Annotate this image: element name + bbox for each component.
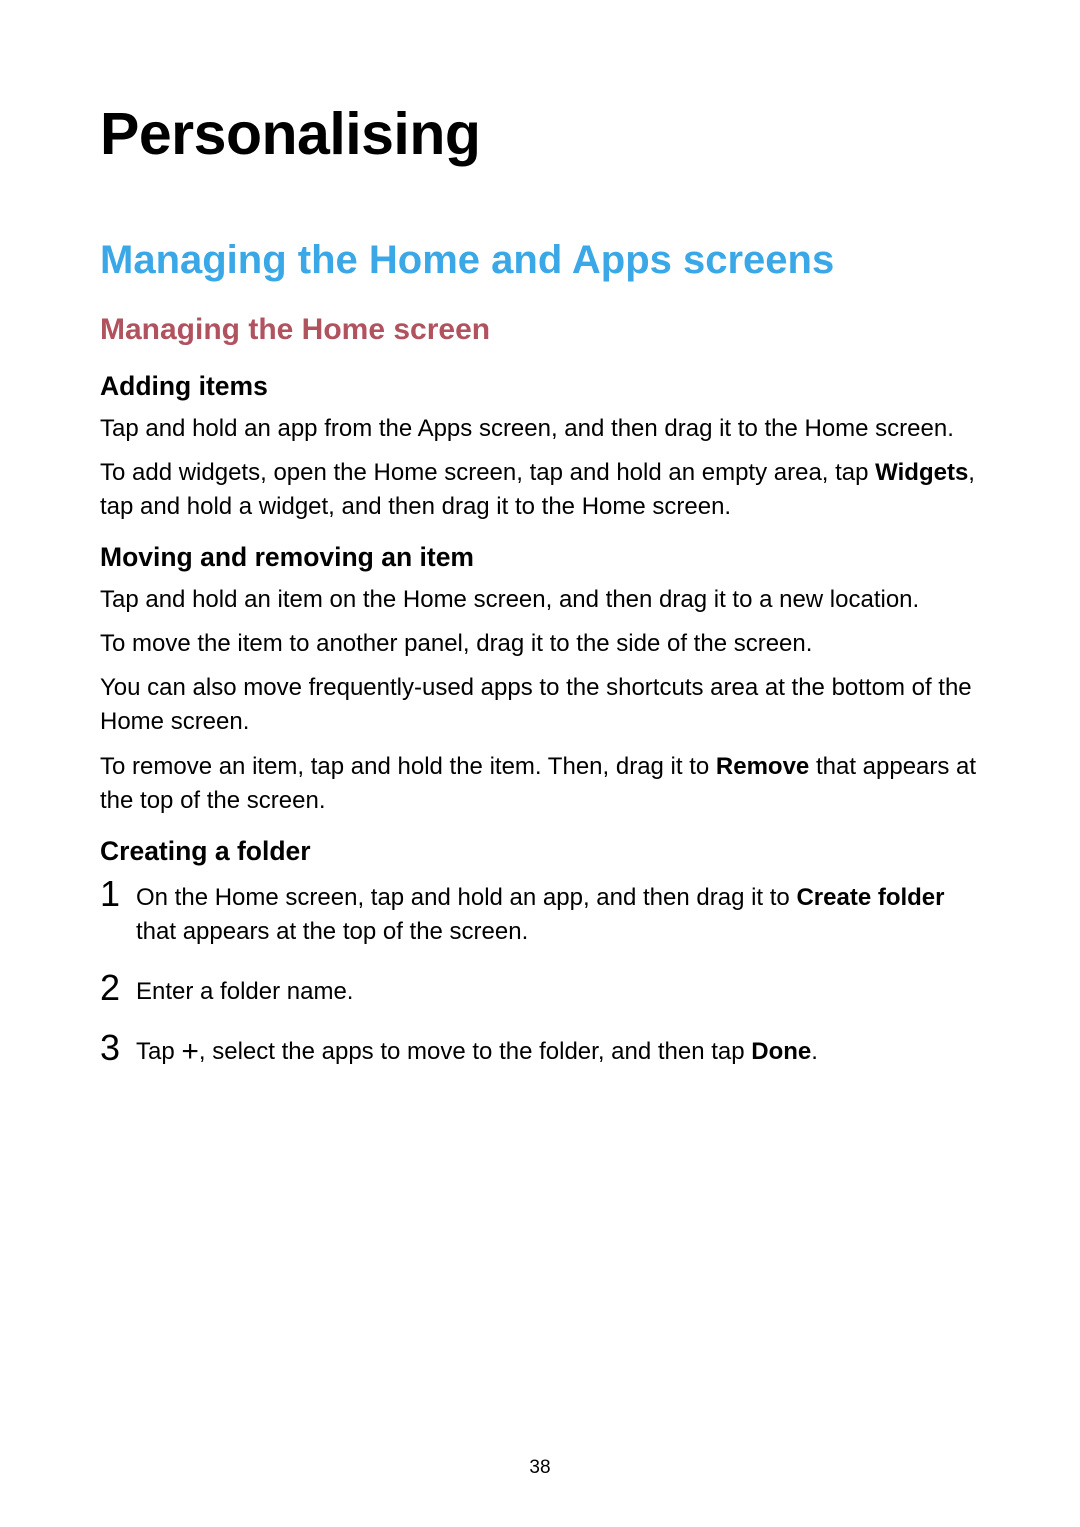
text-fragment: On the Home screen, tap and hold an app,…	[136, 884, 796, 911]
text-fragment: To remove an item, tap and hold the item…	[100, 753, 716, 780]
plus-icon: +	[181, 1037, 199, 1067]
step-number-3: 3	[100, 1030, 136, 1066]
manual-page: Personalising Managing the Home and Apps…	[0, 0, 1080, 1527]
step-number-1: 1	[100, 876, 136, 912]
moving-items-p1: Tap and hold an item on the Home screen,…	[100, 583, 980, 617]
remove-label: Remove	[716, 753, 809, 780]
page-title: Personalising	[100, 100, 980, 168]
text-fragment: To add widgets, open the Home screen, ta…	[100, 459, 875, 486]
text-fragment: that appears at the top of the screen.	[136, 918, 528, 945]
creating-folder-heading: Creating a folder	[100, 836, 980, 867]
moving-items-p3: You can also move frequently-used apps t…	[100, 671, 980, 739]
page-number: 38	[0, 1457, 1080, 1479]
adding-items-p2: To add widgets, open the Home screen, ta…	[100, 456, 980, 524]
moving-items-p4: To remove an item, tap and hold the item…	[100, 750, 980, 818]
subsection-heading: Managing the Home screen	[100, 313, 980, 347]
adding-items-p1: Tap and hold an app from the Apps screen…	[100, 412, 980, 446]
adding-items-heading: Adding items	[100, 371, 980, 402]
step-3-body: Tap +, select the apps to move to the fo…	[136, 1033, 980, 1069]
text-fragment: Tap	[136, 1038, 181, 1065]
step-1-body: On the Home screen, tap and hold an app,…	[136, 879, 980, 949]
widgets-label: Widgets	[875, 459, 968, 486]
text-fragment: , select the apps to move to the folder,…	[199, 1038, 751, 1065]
step-item: 2 Enter a folder name.	[100, 973, 980, 1009]
create-folder-label: Create folder	[796, 884, 944, 911]
moving-items-p2: To move the item to another panel, drag …	[100, 627, 980, 661]
step-number-2: 2	[100, 970, 136, 1006]
moving-items-heading: Moving and removing an item	[100, 542, 980, 573]
text-fragment: .	[811, 1038, 818, 1065]
done-label: Done	[751, 1038, 811, 1065]
step-item: 1 On the Home screen, tap and hold an ap…	[100, 879, 980, 949]
section-heading: Managing the Home and Apps screens	[100, 238, 980, 283]
step-2-body: Enter a folder name.	[136, 973, 980, 1009]
step-item: 3 Tap +, select the apps to move to the …	[100, 1033, 980, 1069]
steps-list: 1 On the Home screen, tap and hold an ap…	[100, 879, 980, 1069]
